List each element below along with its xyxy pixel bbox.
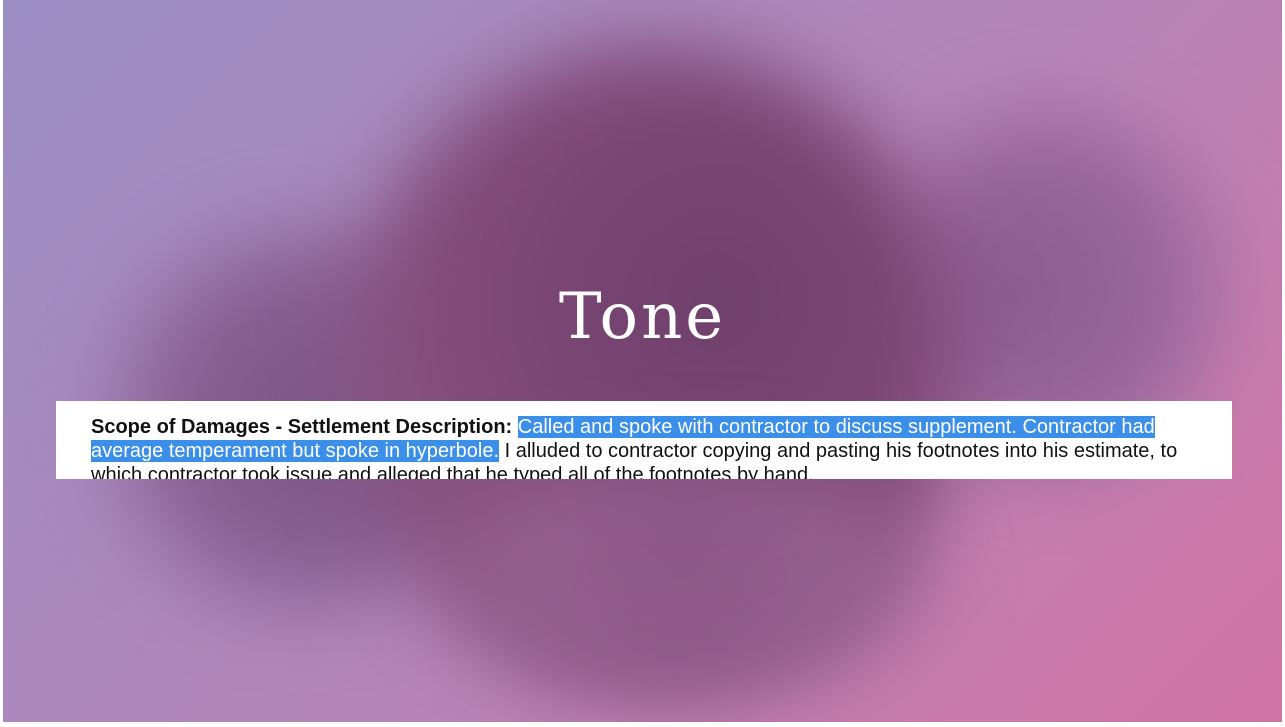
excerpt-label: Scope of Damages - Settlement Descriptio… <box>91 416 513 438</box>
excerpt-paragraph: Scope of Damages - Settlement Descriptio… <box>91 415 1221 479</box>
slide-title: Tone <box>558 280 727 354</box>
slide: Tone Scope of Damages - Settlement Descr… <box>3 0 1282 722</box>
document-excerpt-image: Scope of Damages - Settlement Descriptio… <box>56 401 1232 479</box>
background-blob-bottom <box>423 460 943 690</box>
